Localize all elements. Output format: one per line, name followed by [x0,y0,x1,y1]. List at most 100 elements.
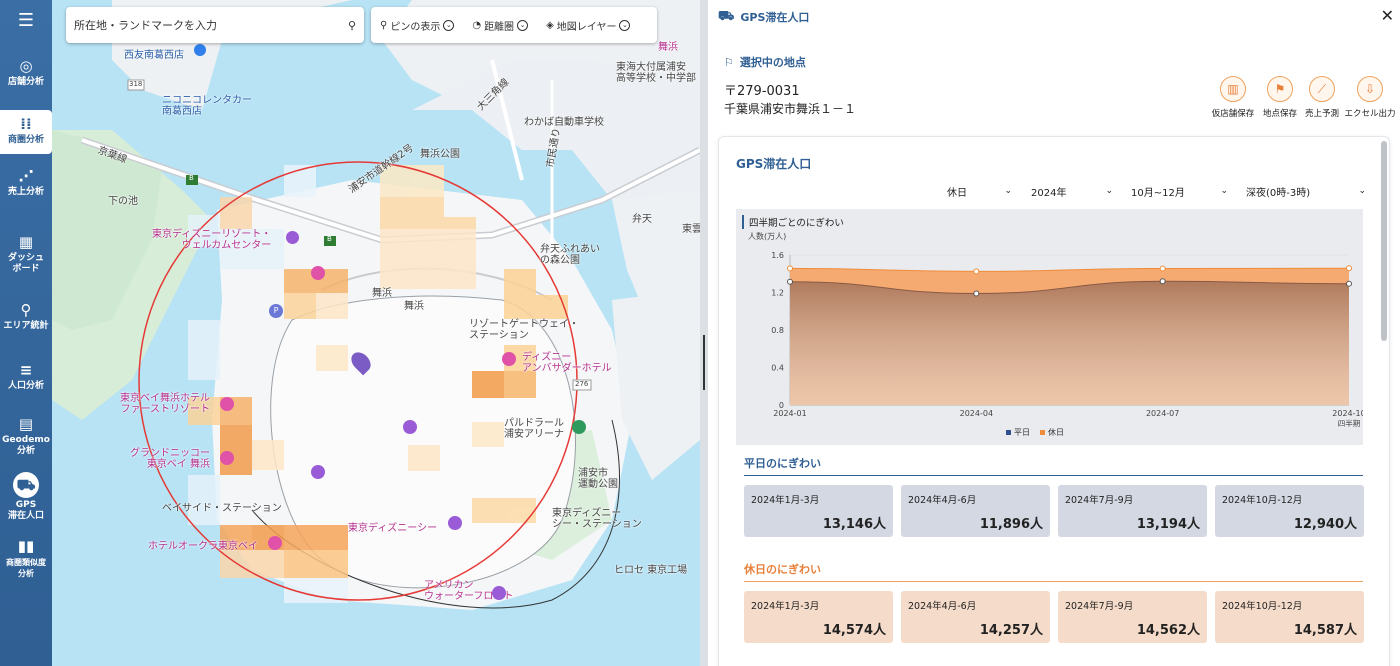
map-label-resort-gateway[interactable]: リゾートゲートウェイ・ ステーション [469,319,579,341]
resize-grip[interactable] [703,335,705,390]
map-label-nikoniko[interactable]: ニコニコレンタカー 南葛西店 [162,95,252,117]
weekday-section-title: 平日のにぎわい [744,457,821,470]
time-select[interactable]: 深夜(0時-3時) ⌄ [1246,182,1366,200]
search-icon[interactable]: ⚲ [348,19,356,32]
year-select[interactable]: 2024年 ⌄ [1031,182,1113,200]
distance-circle-button[interactable]: ◔ 距離圏 ⌄ [463,18,537,33]
sidebar-item-trade-area[interactable]: ⁞⁞ 商圏分析 [0,110,52,154]
hamburger-icon[interactable]: ☰ [0,0,52,40]
map-label-parudora[interactable]: パルドラール 浦安アリーナ [504,418,564,440]
sidebar-item-label: GPS 滞在人口 [7,500,44,521]
map-layer-label: 地図レイヤー [556,21,617,33]
sidebar-item-store-analysis[interactable]: ◎ 店舗分析 [0,58,52,88]
map-label-maihama-station[interactable]: 舞浜 [404,297,424,312]
stat-value: 13,194人 [1136,517,1200,532]
map-label-tdr-monument[interactable]: 東京ディズニーリゾート・ ウェルカムセンター [152,229,271,251]
sidebar-item-label: 売上分析 [7,187,44,197]
map-label-benten-fureai[interactable]: 弁天ふれあい の森公園 [540,244,600,266]
shop-marker-icon[interactable] [194,44,206,56]
sidebar-item-dashboard[interactable]: ▦ ダッシュ ボード [0,234,52,275]
selected-location-label: 選択中の地点 [739,56,806,69]
map-label-tokyo-disneysea[interactable]: 東京ディズニーシー [348,519,437,534]
map-label-maihama-top[interactable]: 舞浜 [658,38,678,53]
x-axis-label: 四半期 [1338,418,1361,428]
hotel-marker-icon[interactable] [220,451,234,465]
map-layer-button[interactable]: ◈ 地図レイヤー ⌄ [537,18,639,33]
arena-marker-icon[interactable] [572,420,586,434]
map-label-maihama-park[interactable]: 舞浜公園 [420,145,460,160]
map-label-tokai-high[interactable]: 東海大付属浦安 高等学校・中学部 [616,62,696,84]
hotel-marker-icon[interactable] [220,397,234,411]
map-label-urayasu-park[interactable]: 浦安市 運動公園 [578,468,618,490]
gps-population-card: GPS滞在人口 休日 ⌄ 2024年 ⌄ 10月~12月 ⌄ 深夜(0時-3時) ⌄ 四… [718,136,1390,666]
map-label-bayside[interactable]: ベイサイド・ステーション [162,499,282,514]
map-label-hirose[interactable]: ヒロセ 東京工場 [614,561,687,576]
sidebar-item-sales-analysis[interactable]: ⋰ 売上分析 [0,168,52,198]
map-view[interactable]: 西友南葛西店 ニコニコレンタカー 南葛西店 京葉線 下の池 舞浜公園 浦安市道幹… [52,0,700,666]
action-label: 仮店舗保存 [1211,109,1255,119]
sidebar-item-geodemo[interactable]: ▤ Geodemo 分析 [0,416,52,457]
layers-icon: ◈ [546,19,554,31]
sidebar-item-label: 商圏類似度 分析 [6,558,46,578]
route-badge-b2: B [327,235,332,243]
year-value: 2024年 [1031,187,1067,199]
y-tick-label: 1.2 [771,289,784,298]
attraction-marker-icon[interactable] [492,586,506,600]
hotel-marker-icon[interactable] [502,352,516,366]
attraction-marker-icon[interactable] [448,516,462,530]
map-label-hotel-okura[interactable]: ホテルオークラ東京ベイ [148,537,258,552]
attraction-marker-icon[interactable] [311,465,325,479]
weekday-stat-card: 2024年10月-12月 12,940人 [1215,485,1364,537]
sidebar-item-population[interactable]: ≡ 人口分析 [0,362,52,392]
sidebar-item-area-stats[interactable]: ⚲ エリア統計 [0,302,52,332]
pin-display-button[interactable]: ⚲ ピンの表示 ⌄ [371,18,463,33]
chart-trend-icon: ⟋ [1309,76,1335,102]
hotel-marker-icon[interactable] [311,266,325,280]
map-label-wakaba[interactable]: わかば自動車学校 [524,113,604,128]
map-label-tokyo-bay-maihama[interactable]: 東京ベイ舞浜ホテル ファーストリゾート [120,393,210,415]
attraction-marker-icon[interactable] [403,420,417,434]
y-tick-label: 1.6 [771,251,784,260]
scrollbar[interactable] [1381,141,1387,341]
map-label-ambassador[interactable]: ディズニー アンバサダーホテル [522,352,612,374]
legend-item-weekday[interactable]: 平日 [1006,427,1030,438]
map-label-grand-nikko[interactable]: グランドニッコー 東京ベイ 舞浜 [130,448,210,470]
route-badge-b: B [189,174,194,182]
holiday-point [1346,265,1352,272]
close-icon[interactable]: ✕ [1381,6,1394,25]
stat-period: 2024年7月-9月 [1065,495,1134,506]
holiday-stat-card: 2024年10月-12月 14,587人 [1215,591,1364,643]
holiday-stat-card: 2024年1月-3月 14,574人 [744,591,893,643]
period-select[interactable]: 10月~12月 ⌄ [1131,182,1228,200]
hotel-marker-icon[interactable] [268,536,282,550]
excel-export-button[interactable]: ⇩ エクセル出力 [1343,76,1397,119]
postal-code: 〒279-0031 [724,84,800,99]
sidebar-item-similarity[interactable]: ▮▮ 商圏類似度 分析 [0,538,52,579]
legend-item-holiday[interactable]: 休日 [1040,427,1064,438]
sidebar-item-gps[interactable]: ⛟ GPS 滞在人口 [0,472,52,522]
action-label: 売上予測 [1304,109,1339,119]
poi-marker-icon[interactable] [286,231,299,244]
dashboard-icon: ▦ [18,233,34,251]
weekday-point [787,278,793,285]
weekday-point [1159,278,1166,285]
area-stats-icon: ⚲ [20,301,32,319]
search-input[interactable]: 所在地・ランドマークを入力 [74,17,348,33]
divider [744,475,1363,476]
weekday-stat-card: 2024年7月-9月 13,194人 [1058,485,1207,537]
map-label-nishiyasu[interactable]: 西友南葛西店 [124,46,184,61]
action-label: 地点保存 [1262,109,1297,119]
sales-analysis-icon: ⋰ [18,167,34,185]
parking-icon[interactable]: P [269,304,283,318]
chart-legend: 平日 休日 [1006,427,1064,438]
day-type-select[interactable]: 休日 ⌄ [947,182,1012,200]
map-canvas[interactable] [52,0,700,666]
weekday-stat-card: 2024年4月-6月 11,896人 [901,485,1050,537]
card-title: GPS滞在人口 [736,157,812,171]
map-label-disneysea-station[interactable]: 東京ディズニー シー・ステーション [552,508,642,530]
sales-forecast-button[interactable]: ⟋ 売上予測 [1295,76,1349,119]
panel-resize-handle[interactable] [700,0,708,666]
save-temp-store-button[interactable]: ▥ 仮店舗保存 [1206,76,1260,119]
map-label-benten: 弁天 [632,214,652,225]
location-search-box[interactable]: 所在地・ランドマークを入力 ⚲ [66,7,364,43]
